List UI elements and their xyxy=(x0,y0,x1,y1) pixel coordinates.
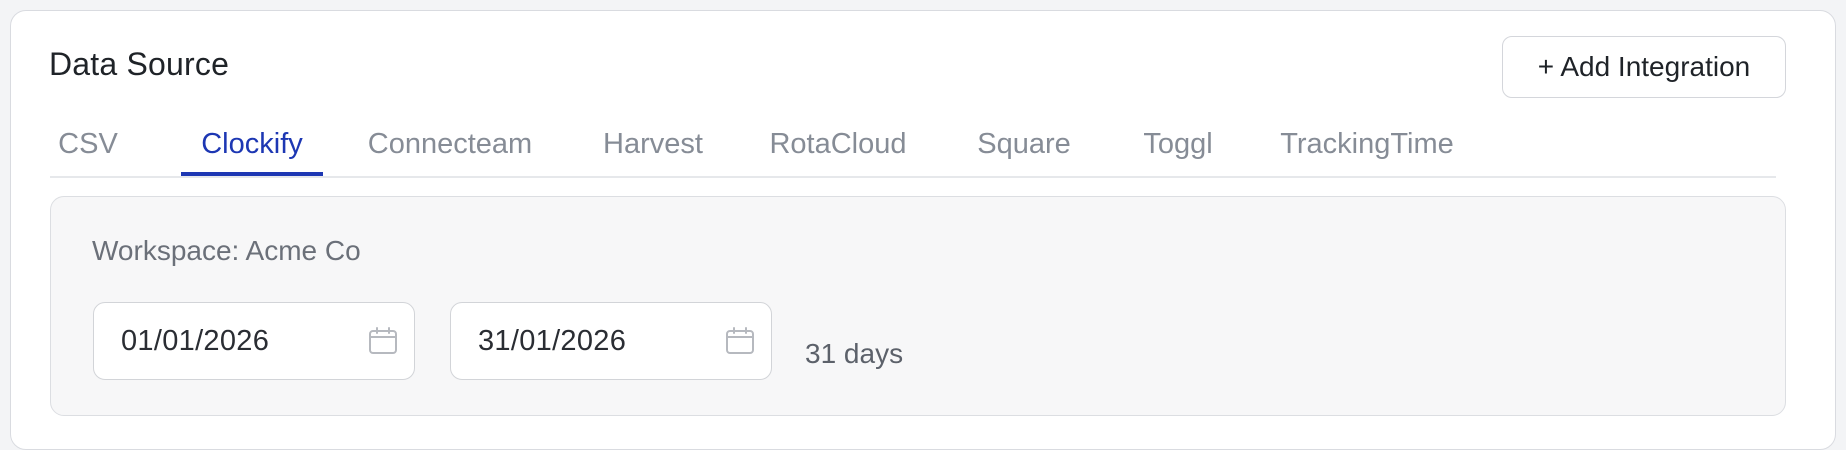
add-integration-button[interactable]: + Add Integration xyxy=(1502,36,1786,98)
tab-square[interactable]: Square xyxy=(968,118,1080,176)
start-date-value: 01/01/2026 xyxy=(121,325,270,357)
calendar-icon[interactable] xyxy=(368,327,398,355)
page-title: Data Source xyxy=(49,46,230,82)
tab-toggl[interactable]: Toggl xyxy=(1134,118,1222,176)
date-range-summary: 31 days xyxy=(805,338,904,369)
tab-trackingtime[interactable]: TrackingTime xyxy=(1269,118,1465,176)
calendar-icon[interactable] xyxy=(725,327,755,355)
tab-clockify[interactable]: Clockify xyxy=(181,118,323,176)
tab-harvest[interactable]: Harvest xyxy=(596,118,710,176)
integration-tabs: CSV Clockify Connecteam Harvest RotaClou… xyxy=(50,110,1776,178)
end-date-value: 31/01/2026 xyxy=(478,325,627,357)
tab-rotacloud[interactable]: RotaCloud xyxy=(760,118,916,176)
tab-csv[interactable]: CSV xyxy=(50,118,126,176)
workspace-label: Workspace: Acme Co xyxy=(92,235,361,266)
start-date-field[interactable]: 01/01/2026 xyxy=(93,302,415,380)
tab-connecteam[interactable]: Connecteam xyxy=(362,118,538,176)
end-date-field[interactable]: 31/01/2026 xyxy=(450,302,772,380)
